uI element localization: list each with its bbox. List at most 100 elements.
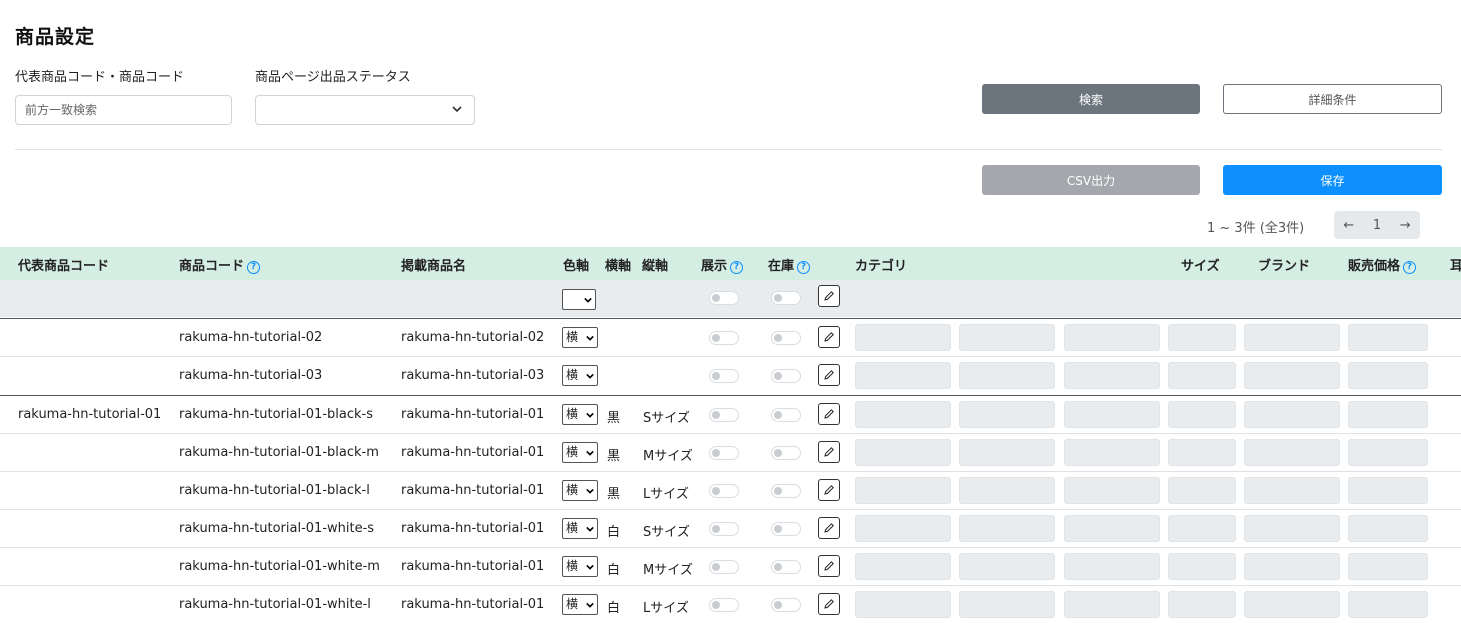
- attribute-input-0[interactable]: [855, 324, 951, 351]
- code-search-input[interactable]: [15, 95, 232, 125]
- color-axis-select[interactable]: 横: [562, 594, 598, 615]
- color-axis-select[interactable]: 横: [562, 327, 598, 348]
- row-edit-button[interactable]: [818, 403, 840, 425]
- attribute-input-0[interactable]: [855, 439, 951, 466]
- color-axis-select[interactable]: 横: [562, 404, 598, 425]
- attribute-input-4[interactable]: [1244, 553, 1340, 580]
- csv-export-button[interactable]: CSV出力: [982, 165, 1200, 195]
- stock-toggle[interactable]: [771, 369, 801, 383]
- attribute-input-4[interactable]: [1244, 477, 1340, 504]
- color-axis-select[interactable]: 横: [562, 365, 598, 386]
- display-toggle[interactable]: [709, 560, 739, 574]
- question-circle-icon[interactable]: ?: [1403, 261, 1417, 274]
- attribute-input-1[interactable]: [959, 439, 1055, 466]
- attribute-input-0[interactable]: [855, 477, 951, 504]
- attribute-input-4[interactable]: [1244, 591, 1340, 618]
- search-button[interactable]: 検索: [982, 84, 1200, 114]
- attribute-input-5[interactable]: [1348, 515, 1428, 542]
- attribute-input-2[interactable]: [1064, 324, 1160, 351]
- display-toggle[interactable]: [709, 484, 739, 498]
- attribute-input-0[interactable]: [855, 591, 951, 618]
- attribute-input-3[interactable]: [1168, 439, 1236, 466]
- row-edit-button[interactable]: [818, 555, 840, 577]
- attribute-input-1[interactable]: [959, 362, 1055, 389]
- stock-toggle[interactable]: [771, 331, 801, 345]
- display-toggle[interactable]: [709, 522, 739, 536]
- display-filter-toggle[interactable]: [709, 291, 739, 305]
- color-axis-select[interactable]: 横: [562, 556, 598, 577]
- attribute-input-4[interactable]: [1244, 439, 1340, 466]
- attribute-input-0[interactable]: [855, 515, 951, 542]
- prev-page-button[interactable]: ←: [1343, 218, 1354, 233]
- attribute-input-0[interactable]: [855, 553, 951, 580]
- question-circle-icon[interactable]: ?: [730, 261, 744, 274]
- attribute-input-3[interactable]: [1168, 362, 1236, 389]
- attribute-input-3[interactable]: [1168, 515, 1236, 542]
- current-page[interactable]: 1: [1373, 218, 1381, 233]
- attribute-input-0[interactable]: [855, 362, 951, 389]
- display-toggle[interactable]: [709, 598, 739, 612]
- attribute-input-5[interactable]: [1348, 591, 1428, 618]
- attribute-input-5[interactable]: [1348, 401, 1428, 428]
- bulk-edit-button[interactable]: [818, 285, 840, 307]
- attribute-input-5[interactable]: [1348, 362, 1428, 389]
- attribute-input-3[interactable]: [1168, 591, 1236, 618]
- display-toggle[interactable]: [709, 369, 739, 383]
- attribute-input-1[interactable]: [959, 324, 1055, 351]
- stock-toggle[interactable]: [771, 484, 801, 498]
- stock-toggle[interactable]: [771, 560, 801, 574]
- attribute-input-2[interactable]: [1064, 591, 1160, 618]
- attribute-input-2[interactable]: [1064, 439, 1160, 466]
- row-edit-button[interactable]: [818, 364, 840, 386]
- stock-filter-toggle[interactable]: [771, 291, 801, 305]
- row-edit-button[interactable]: [818, 593, 840, 615]
- attribute-input-3[interactable]: [1168, 477, 1236, 504]
- attribute-input-1[interactable]: [959, 553, 1055, 580]
- attribute-input-5[interactable]: [1348, 439, 1428, 466]
- color-axis-select[interactable]: 横: [562, 518, 598, 539]
- display-toggle[interactable]: [709, 331, 739, 345]
- attribute-input-1[interactable]: [959, 401, 1055, 428]
- attribute-input-3[interactable]: [1168, 553, 1236, 580]
- attribute-input-4[interactable]: [1244, 401, 1340, 428]
- save-button[interactable]: 保存: [1223, 165, 1442, 195]
- color-axis-filter-select[interactable]: [562, 289, 596, 310]
- stock-toggle[interactable]: [771, 446, 801, 460]
- display-toggle[interactable]: [709, 446, 739, 460]
- row-edit-button[interactable]: [818, 326, 840, 348]
- attribute-input-5[interactable]: [1348, 477, 1428, 504]
- attribute-input-4[interactable]: [1244, 362, 1340, 389]
- status-select[interactable]: [255, 95, 475, 125]
- color-axis-select[interactable]: 横: [562, 442, 598, 463]
- next-page-button[interactable]: →: [1400, 218, 1411, 233]
- color-axis-select[interactable]: 横: [562, 480, 598, 501]
- row-edit-button[interactable]: [818, 479, 840, 501]
- table-row: rakuma-hn-tutorial-02 rakuma-hn-tutorial-…: [0, 318, 1461, 355]
- attribute-input-2[interactable]: [1064, 477, 1160, 504]
- question-circle-icon[interactable]: ?: [797, 261, 811, 274]
- divider: [15, 149, 1442, 150]
- attribute-input-2[interactable]: [1064, 362, 1160, 389]
- row-edit-button[interactable]: [818, 441, 840, 463]
- stock-toggle[interactable]: [771, 408, 801, 422]
- attribute-input-5[interactable]: [1348, 324, 1428, 351]
- display-toggle[interactable]: [709, 408, 739, 422]
- attribute-input-1[interactable]: [959, 477, 1055, 504]
- chevron-down-icon: [586, 526, 594, 532]
- stock-toggle[interactable]: [771, 522, 801, 536]
- attribute-input-5[interactable]: [1348, 553, 1428, 580]
- attribute-input-3[interactable]: [1168, 401, 1236, 428]
- attribute-input-4[interactable]: [1244, 515, 1340, 542]
- attribute-input-0[interactable]: [855, 401, 951, 428]
- attribute-input-1[interactable]: [959, 515, 1055, 542]
- attribute-input-3[interactable]: [1168, 324, 1236, 351]
- attribute-input-1[interactable]: [959, 591, 1055, 618]
- question-circle-icon[interactable]: ?: [247, 261, 261, 274]
- attribute-input-2[interactable]: [1064, 515, 1160, 542]
- attribute-input-2[interactable]: [1064, 401, 1160, 428]
- attribute-input-4[interactable]: [1244, 324, 1340, 351]
- stock-toggle[interactable]: [771, 598, 801, 612]
- detail-conditions-button[interactable]: 詳細条件: [1223, 84, 1442, 114]
- row-edit-button[interactable]: [818, 517, 840, 539]
- attribute-input-2[interactable]: [1064, 553, 1160, 580]
